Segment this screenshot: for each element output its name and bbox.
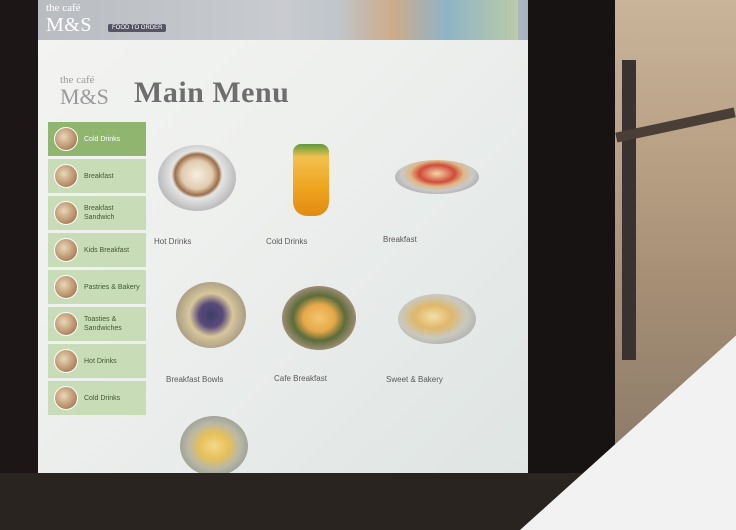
sidebar-item-hot-drinks[interactable]: Hot Drinks	[48, 344, 146, 378]
logo: M&S	[60, 84, 109, 109]
sidebar-item-label: Hot Drinks	[84, 357, 117, 365]
banner-badge: FOOD TO ORDER	[108, 24, 167, 32]
sidebar-item-label: Cold Drinks	[84, 135, 121, 143]
category-thumbnail-icon	[54, 312, 78, 336]
menu-tile-label: Hot Drinks	[154, 237, 192, 246]
toast-plate-icon	[282, 286, 356, 350]
menu-tile-label: Breakfast Bowls	[166, 375, 224, 384]
banner-logo-subtitle: the café	[46, 2, 81, 14]
top-banner: the café M&S FOOD TO ORDER	[38, 0, 528, 40]
coffee-cup-icon	[158, 145, 236, 211]
sidebar-item-cold-drinks[interactable]: Cold Drinks	[48, 381, 146, 415]
category-thumbnail-icon	[54, 386, 78, 410]
category-thumbnail-icon	[54, 349, 78, 373]
fruit-bowl-icon	[176, 282, 246, 348]
sidebar-item-kids-breakfast[interactable]: Kids Breakfast	[48, 233, 146, 267]
cake-plate-icon	[180, 416, 248, 473]
category-thumbnail-icon	[54, 275, 78, 299]
sidebar-item-label: Pastries & Bakery	[84, 283, 140, 291]
category-thumbnail-icon	[54, 127, 78, 151]
sidebar-item-toasties[interactable]: Toasties & Sandwiches	[48, 307, 146, 341]
kiosk-bezel-left	[0, 0, 40, 473]
sidebar-item-label: Toasties & Sandwiches	[84, 316, 122, 332]
menu-tile-label: Breakfast	[383, 235, 417, 244]
category-sidebar: Cold Drinks Breakfast Breakfast Sandwich…	[48, 122, 146, 418]
category-thumbnail-icon	[54, 238, 78, 262]
scone-plate-icon	[398, 294, 476, 344]
category-thumbnail-icon	[54, 164, 78, 188]
juice-glass-icon	[293, 144, 329, 216]
sidebar-item-pastries[interactable]: Pastries & Bakery	[48, 270, 146, 304]
sidebar-item-breakfast[interactable]: Breakfast	[48, 159, 146, 193]
kiosk-screen: the café M&S FOOD TO ORDER the café M&S …	[38, 0, 528, 473]
kiosk-bezel-right	[525, 0, 615, 473]
sidebar-item-breakfast-sandwich[interactable]: Breakfast Sandwich	[48, 196, 146, 230]
banner-logo: M&S	[46, 14, 92, 36]
menu-tile-label: Cold Drinks	[266, 237, 308, 246]
background-pillar	[622, 60, 636, 360]
sidebar-item-label: Kids Breakfast	[84, 246, 130, 254]
page-title: Main Menu	[134, 76, 290, 109]
menu-tile-label: Cafe Breakfast	[274, 374, 327, 383]
sidebar-item-cold-drinks-active[interactable]: Cold Drinks	[48, 122, 146, 156]
sidebar-item-label: Cold Drinks	[84, 394, 121, 402]
sidebar-item-label: Breakfast	[84, 172, 114, 180]
category-thumbnail-icon	[54, 201, 78, 225]
sidebar-item-label: Breakfast Sandwich	[84, 205, 115, 221]
breakfast-bun-icon	[395, 160, 479, 194]
menu-tile-label: Sweet & Bakery	[386, 375, 443, 384]
banner-artwork	[338, 0, 518, 40]
